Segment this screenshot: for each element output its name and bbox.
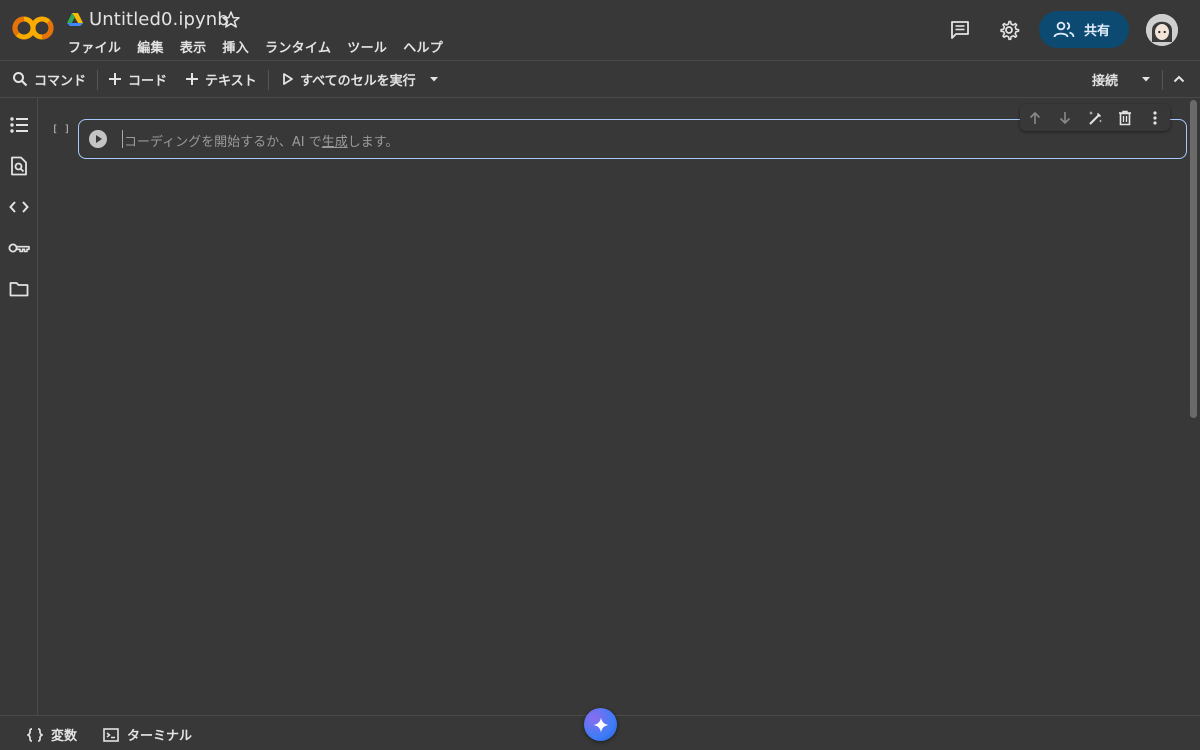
share-label: 共有 bbox=[1084, 24, 1111, 39]
menu-file[interactable]: ファイル bbox=[68, 37, 121, 57]
menu-bar: ファイル 編集 表示 挿入 ランタイム ツール ヘルプ bbox=[68, 37, 459, 57]
caret-down-icon bbox=[430, 77, 438, 82]
code-brackets-icon bbox=[9, 201, 29, 213]
move-cell-up-button[interactable] bbox=[1025, 108, 1045, 128]
scrollbar[interactable] bbox=[1190, 100, 1197, 418]
placeholder-text: コーディングを開始するか、AI で bbox=[124, 135, 322, 150]
move-cell-down-button[interactable] bbox=[1055, 108, 1075, 128]
menu-insert[interactable]: 挿入 bbox=[222, 37, 249, 57]
toolbar-divider bbox=[268, 70, 269, 90]
edit-with-ai-button[interactable] bbox=[1085, 108, 1105, 128]
cell-toolbar bbox=[1020, 104, 1170, 131]
share-button[interactable]: 共有 bbox=[1039, 11, 1129, 48]
people-icon bbox=[1053, 21, 1075, 37]
collapse-header-button[interactable] bbox=[1172, 69, 1186, 89]
plus-icon bbox=[109, 73, 121, 85]
generate-link[interactable]: 生成 bbox=[322, 135, 348, 150]
arrow-up-icon bbox=[1029, 111, 1041, 124]
key-icon bbox=[8, 243, 30, 253]
variables-label: 変数 bbox=[51, 729, 78, 744]
connect-dropdown[interactable] bbox=[1140, 69, 1152, 89]
comments-button[interactable] bbox=[946, 16, 974, 44]
menu-help[interactable]: ヘルプ bbox=[403, 37, 443, 57]
add-text-label: テキスト bbox=[205, 73, 257, 89]
connect-button[interactable]: 接続 bbox=[1092, 69, 1118, 89]
toolbar-divider bbox=[97, 70, 98, 90]
settings-button[interactable] bbox=[995, 16, 1023, 44]
magic-pen-icon bbox=[1089, 111, 1102, 125]
add-code-button[interactable]: コード bbox=[108, 69, 167, 89]
header: Untitled0.ipynb ファイル 編集 表示 挿入 ランタイム ツール … bbox=[0, 0, 1200, 60]
command-palette-button[interactable]: コマンド bbox=[12, 69, 86, 89]
menu-tools[interactable]: ツール bbox=[347, 37, 387, 57]
secrets-button[interactable] bbox=[8, 237, 30, 259]
menu-runtime[interactable]: ランタイム bbox=[265, 37, 331, 57]
run-all-dropdown[interactable] bbox=[428, 69, 440, 89]
table-of-contents-button[interactable] bbox=[8, 114, 30, 136]
notebook-toolbar: コマンド コード テキスト すべてのセルを実行 接続 bbox=[0, 60, 1200, 98]
plus-icon bbox=[186, 73, 198, 85]
code-snippets-button[interactable] bbox=[8, 196, 30, 218]
star-icon[interactable] bbox=[221, 10, 241, 30]
menu-view[interactable]: 表示 bbox=[180, 37, 207, 57]
menu-edit[interactable]: 編集 bbox=[137, 37, 164, 57]
arrow-down-icon bbox=[1059, 112, 1071, 125]
curly-braces-icon bbox=[27, 727, 43, 742]
more-actions-button[interactable] bbox=[1145, 108, 1165, 128]
find-replace-button[interactable] bbox=[8, 155, 30, 177]
search-icon bbox=[13, 72, 28, 87]
run-all-label: すべてのセルを実行 bbox=[300, 73, 416, 89]
terminal-label: ターミナル bbox=[127, 729, 193, 744]
terminal-icon bbox=[103, 727, 119, 742]
find-in-page-icon bbox=[11, 156, 27, 176]
avatar[interactable] bbox=[1146, 14, 1178, 46]
colab-logo[interactable] bbox=[12, 13, 54, 43]
folder-icon bbox=[9, 282, 29, 297]
notebook-title[interactable]: Untitled0.ipynb bbox=[89, 9, 229, 30]
left-sidebar bbox=[0, 98, 38, 715]
google-drive-icon bbox=[67, 13, 83, 26]
sparkle-icon bbox=[593, 717, 608, 732]
caret-down-icon bbox=[1142, 77, 1150, 82]
text-cursor bbox=[122, 130, 123, 148]
terminal-button[interactable]: ターミナル bbox=[103, 725, 192, 744]
gear-icon bbox=[1000, 20, 1020, 41]
trash-icon bbox=[1119, 110, 1131, 126]
user-avatar-image bbox=[1146, 14, 1178, 46]
command-label: コマンド bbox=[34, 73, 87, 89]
comment-icon bbox=[951, 21, 969, 39]
delete-cell-button[interactable] bbox=[1115, 108, 1135, 128]
run-all-button[interactable]: すべてのセルを実行 bbox=[282, 69, 416, 89]
more-vert-icon bbox=[1153, 111, 1157, 125]
gemini-button[interactable] bbox=[584, 708, 617, 741]
add-text-button[interactable]: テキスト bbox=[185, 69, 257, 89]
list-icon bbox=[10, 117, 28, 133]
cell-placeholder[interactable]: コーディングを開始するか、AI で生成します。 bbox=[124, 131, 398, 150]
variables-button[interactable]: 変数 bbox=[27, 725, 77, 744]
connect-label: 接続 bbox=[1092, 73, 1119, 89]
cell-execution-count: [ ] bbox=[52, 124, 71, 135]
chevron-up-icon bbox=[1173, 75, 1185, 83]
files-button[interactable] bbox=[8, 278, 30, 300]
run-cell-button[interactable] bbox=[89, 130, 107, 148]
toolbar-divider bbox=[1162, 70, 1163, 90]
add-code-label: コード bbox=[128, 73, 168, 89]
placeholder-suffix: します。 bbox=[347, 135, 399, 150]
play-outline-icon bbox=[283, 73, 293, 85]
